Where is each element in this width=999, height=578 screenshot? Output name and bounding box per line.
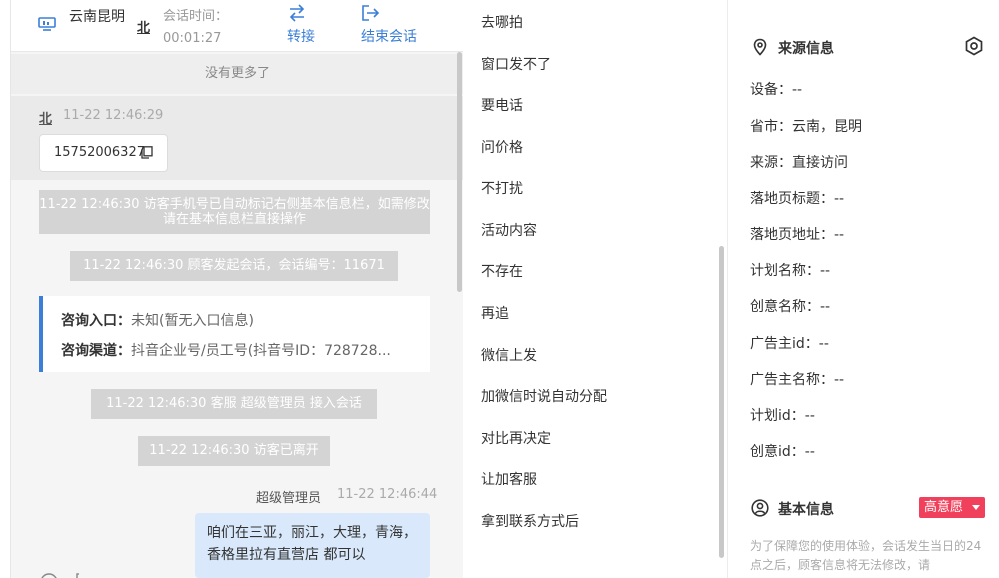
user-icon (751, 499, 769, 517)
transfer-button[interactable]: 转接 (287, 4, 351, 48)
app-root: 云南昆明 北 会话时间： 00:01:27 转接 结束会话 没有更多了 北 11… (0, 0, 999, 578)
agent-message-time: 11-22 12:46:44 (337, 487, 438, 502)
monitor-icon (38, 17, 56, 31)
consult-channel-label: 咨询渠道： (61, 343, 131, 359)
system-message: 11-22 12:46:30 访客手机号已自动标记右侧基本信息栏，如需修改请在基… (39, 190, 430, 234)
visitor-message-time: 11-22 12:46:29 (63, 108, 164, 123)
emoji-icon[interactable] (39, 572, 79, 578)
chat-scrollbar[interactable] (457, 52, 462, 292)
session-time-value: 00:01:27 (163, 31, 222, 46)
quick-reply-item[interactable]: 微信上发 (481, 345, 537, 365)
transfer-label: 转接 (287, 29, 315, 45)
transfer-icon (287, 4, 351, 26)
location-pin-icon (753, 38, 767, 56)
quick-reply-item[interactable]: 拿到联系方式后 (481, 511, 579, 531)
intent-level-dropdown[interactable]: 高意愿 (919, 497, 985, 518)
source-field: 计划名称：-- (750, 263, 831, 279)
source-field: 创意名称：-- (750, 299, 831, 315)
source-field: 落地页地址：-- (750, 227, 845, 243)
consult-channel-row: 咨询渠道：抖音企业号/员工号(抖音号ID：728728... (61, 340, 411, 360)
source-field: 落地页标题：-- (750, 191, 845, 207)
visitor-name: 北 (39, 112, 53, 127)
chat-header: 云南昆明 北 会话时间： 00:01:27 转接 结束会话 (11, 0, 464, 52)
quick-reply-item[interactable]: 窗口发不了 (481, 54, 551, 74)
quick-reply-item[interactable]: 再追 (481, 303, 509, 323)
source-field: 创意id：-- (750, 444, 815, 460)
quick-reply-item[interactable]: 对比再决定 (481, 428, 551, 448)
source-field: 来源：直接访问 (750, 155, 848, 171)
agent-name: 超级管理员 (256, 491, 322, 506)
chat-pane: 云南昆明 北 会话时间： 00:01:27 转接 结束会话 没有更多了 北 11… (10, 0, 464, 578)
session-time-label: 会话时间： (163, 9, 229, 24)
consult-info-card: 咨询入口：未知(暂无入口信息) 咨询渠道：抖音企业号/员工号(抖音号ID：728… (39, 296, 430, 372)
copy-icon[interactable] (141, 146, 153, 159)
source-info-title: 来源信息 (778, 41, 834, 57)
edit-notice: 为了保障您的使用体验，会话发生当日的24点之后，顾客信息将无法修改，请 (750, 539, 982, 572)
quick-reply-item[interactable]: 让加客服 (481, 469, 537, 489)
consult-entry-label: 咨询入口： (61, 313, 131, 329)
quick-reply-item[interactable]: 问价格 (481, 137, 523, 157)
quick-reply-item[interactable]: 不存在 (481, 261, 523, 281)
settings-icon[interactable] (964, 36, 984, 56)
end-session-button[interactable]: 结束会话 (361, 4, 425, 48)
phone-bubble: 15752006327 (39, 134, 168, 172)
quick-reply-item[interactable]: 去哪拍 (481, 12, 523, 32)
quick-reply-item[interactable]: 不打扰 (481, 178, 523, 198)
system-message: 11-22 12:46:30 客服 超级管理员 接入会话 (91, 389, 377, 419)
end-session-label: 结束会话 (361, 29, 417, 45)
consult-entry-value: 未知(暂无入口信息) (131, 313, 254, 329)
consult-channel-value: 抖音企业号/员工号(抖音号ID：728728... (131, 343, 391, 359)
quick-reply-item[interactable]: 加微信时说自动分配 (481, 386, 607, 406)
phone-number: 15752006327 (54, 145, 145, 160)
quick-reply-scrollbar[interactable] (719, 246, 724, 558)
source-field: 计划id：-- (750, 408, 815, 424)
system-message: 11-22 12:46:30 顾客发起会话，会话编号：11671 (70, 251, 398, 281)
consult-entry-row: 咨询入口：未知(暂无入口信息) (61, 310, 254, 330)
visitor-info-panel: 来源信息 设备：-- 省市：云南，昆明 来源：直接访问 落地页标题：-- 落地页… (727, 0, 999, 578)
no-more-messages: 没有更多了 (11, 54, 464, 94)
basic-info-title: 基本信息 (778, 502, 834, 518)
visitor-message: 北 11-22 12:46:29 15752006327 (11, 96, 464, 180)
source-field: 省市：云南，昆明 (750, 119, 862, 135)
caret-down-icon (972, 505, 980, 510)
system-message: 11-22 12:46:30 访客已离开 (138, 436, 330, 466)
exit-icon (361, 4, 425, 26)
quick-reply-item[interactable]: 活动内容 (481, 220, 537, 240)
agent-message-bubble: 咱们在三亚，丽江，大理，青海， 香格里拉有直营店 都可以 (195, 513, 430, 578)
intent-level-label: 高意愿 (924, 500, 964, 515)
source-field: 广告主名称：-- (750, 372, 845, 388)
source-field: 设备：-- (750, 82, 803, 98)
source-field: 广告主id：-- (750, 336, 829, 352)
visitor-location: 云南昆明 (69, 9, 125, 25)
quick-reply-item[interactable]: 要电话 (481, 95, 523, 115)
quick-reply-list: 去哪拍 窗口发不了 要电话 问价格 不打扰 活动内容 不存在 再追 微信上发 加… (463, 0, 727, 578)
visitor-mark: 北 (137, 21, 151, 36)
